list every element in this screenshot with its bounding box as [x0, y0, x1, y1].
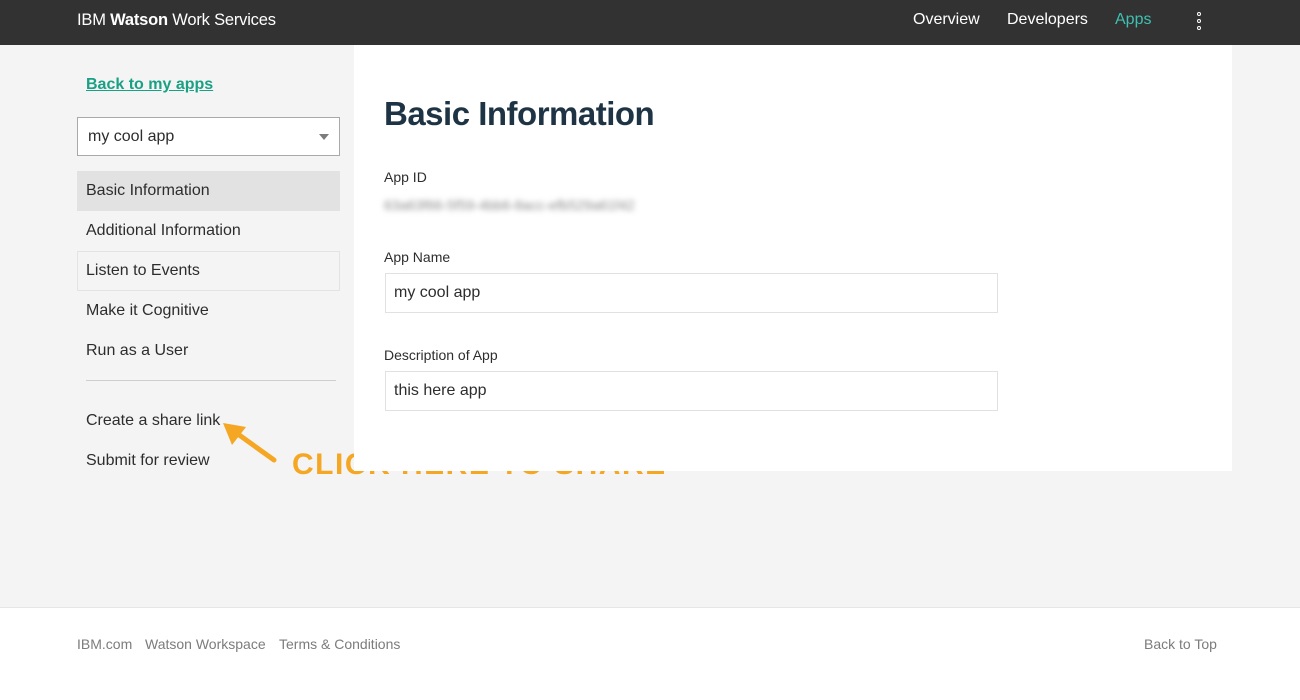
app-id-value: 63a63f66-5f59-4bb6-8acc-efb529a61f42 [384, 197, 635, 213]
footer-link-ibm[interactable]: IBM.com [77, 636, 132, 652]
footer-link-terms[interactable]: Terms & Conditions [279, 636, 400, 652]
sidebar-item-label: Listen to Events [86, 262, 200, 279]
sidebar-item-run-as-a-user[interactable]: Run as a User [77, 331, 340, 371]
chevron-down-icon [319, 134, 329, 140]
description-input[interactable] [386, 372, 997, 410]
kebab-menu-icon[interactable] [1191, 11, 1207, 33]
footer-link-watson-workspace[interactable]: Watson Workspace [145, 636, 266, 652]
brand-logo[interactable]: IBM Watson Work Services [77, 11, 276, 30]
app-select-value: my cool app [88, 128, 175, 145]
app-id-label: App ID [384, 169, 427, 185]
sidebar-item-make-it-cognitive[interactable]: Make it Cognitive [77, 291, 340, 331]
top-navigation-bar: IBM Watson Work Services Overview Develo… [0, 0, 1300, 45]
sidebar-item-additional-information[interactable]: Additional Information [77, 211, 340, 251]
create-share-link[interactable]: Create a share link [86, 412, 220, 430]
brand-suffix: Work Services [172, 11, 276, 29]
submit-for-review-link[interactable]: Submit for review [86, 452, 210, 470]
sidebar-item-listen-to-events[interactable]: Listen to Events [77, 251, 340, 291]
app-select-dropdown[interactable]: my cool app [77, 117, 340, 156]
app-name-label: App Name [384, 249, 451, 265]
sidebar-item-basic-information[interactable]: Basic Information [77, 171, 340, 211]
description-label: Description of App [384, 347, 498, 363]
page-title: Basic Information [384, 95, 655, 132]
nav-developers[interactable]: Developers [1007, 11, 1088, 29]
nav-overview[interactable]: Overview [913, 11, 980, 29]
sidebar-item-label: Additional Information [86, 222, 241, 239]
footer: IBM.com Watson Workspace Terms & Conditi… [0, 607, 1300, 700]
app-name-field[interactable] [385, 273, 998, 313]
nav-apps[interactable]: Apps [1115, 11, 1151, 29]
sidebar-item-label: Basic Information [86, 182, 210, 199]
sidebar-item-label: Make it Cognitive [86, 302, 209, 319]
description-field[interactable] [385, 371, 998, 411]
back-to-top-link[interactable]: Back to Top [1144, 636, 1217, 652]
sidebar-divider [86, 380, 336, 381]
back-to-my-apps-link[interactable]: Back to my apps [86, 76, 213, 94]
basic-information-panel: Basic Information App ID 63a63f66-5f59-4… [354, 45, 1232, 471]
app-name-input[interactable] [386, 274, 997, 312]
brand-prefix: IBM [77, 11, 106, 29]
brand-bold: Watson [110, 11, 168, 29]
sidebar-item-label: Run as a User [86, 342, 189, 359]
arrow-pointer-icon [223, 423, 277, 463]
